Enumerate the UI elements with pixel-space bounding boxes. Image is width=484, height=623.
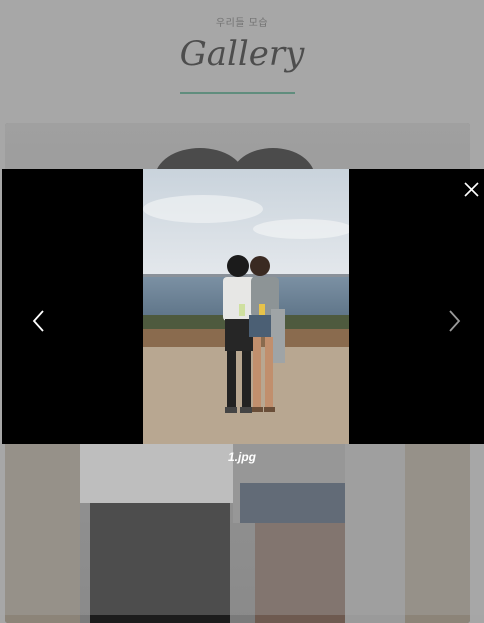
title-underline [180,92,295,94]
lightbox-image [143,169,349,444]
next-image-button[interactable] [441,308,465,334]
page-title: Gallery [179,34,305,74]
chevron-right-icon [449,310,461,332]
image-caption: 1.jpg [227,450,256,464]
close-button[interactable] [460,178,482,200]
previous-image-button[interactable] [28,308,52,334]
section-subtitle: 우리들 모습 [215,18,269,29]
lightbox-modal [2,169,484,444]
chevron-left-icon [32,310,44,332]
close-icon [464,182,479,197]
